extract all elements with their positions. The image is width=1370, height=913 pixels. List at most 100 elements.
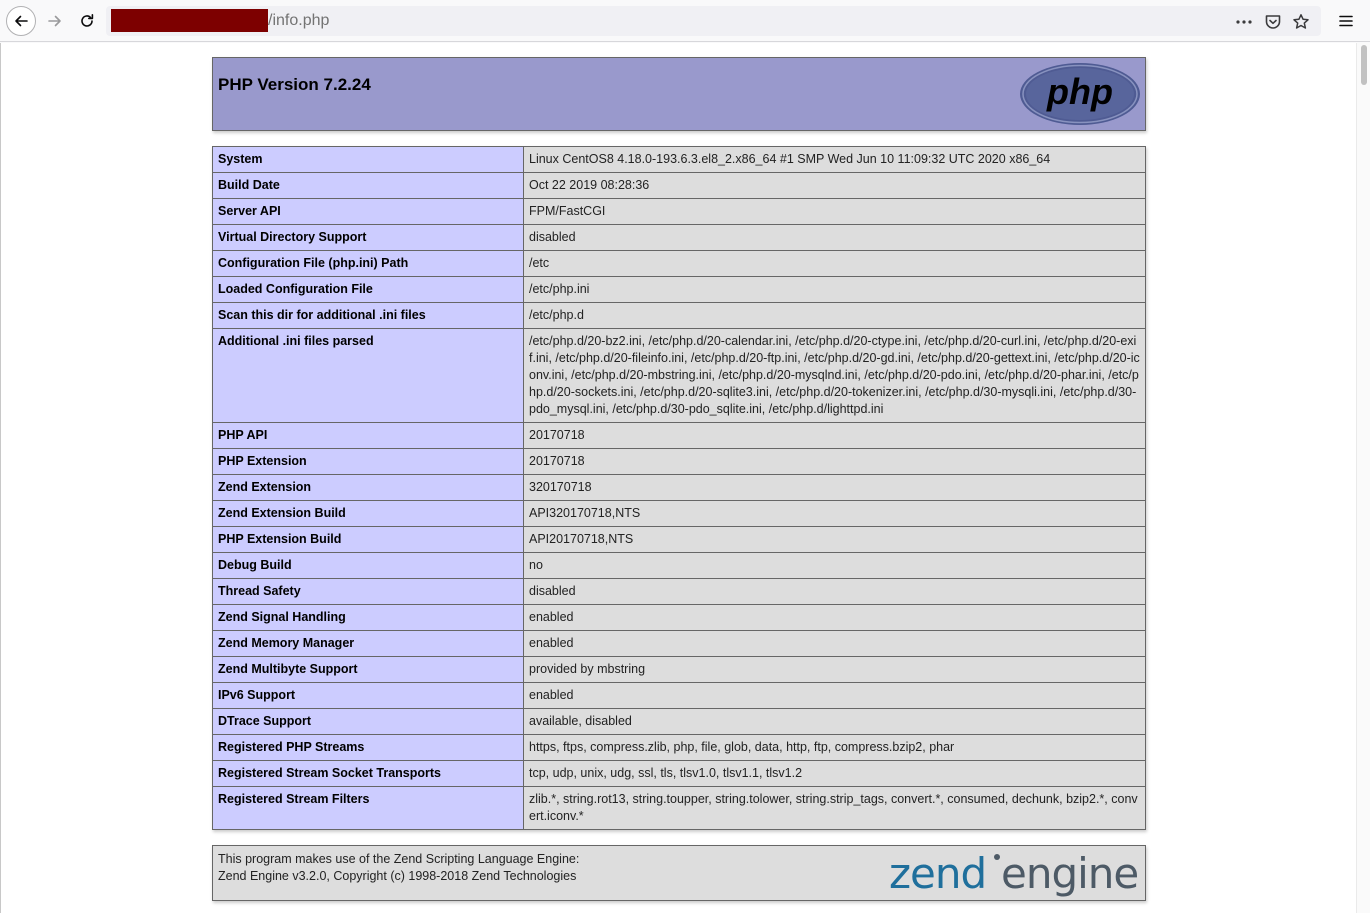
page-scrollbar[interactable] [1356, 43, 1370, 913]
table-row-value: /etc/php.d/20-bz2.ini, /etc/php.d/20-cal… [523, 328, 1146, 423]
pocket-icon [1265, 15, 1281, 29]
zend-engine-line-1: This program makes use of the Zend Scrip… [218, 852, 580, 866]
table-row-key: Zend Signal Handling [212, 604, 524, 631]
table-row-value: no [523, 552, 1146, 579]
table-row: Registered Stream Socket Transports tcp, … [212, 760, 1146, 787]
table-row-key: Zend Memory Manager [212, 630, 524, 657]
table-row-value: enabled [523, 630, 1146, 657]
table-row-value: 320170718 [523, 474, 1146, 501]
back-arrow-icon [15, 15, 28, 27]
table-row: Additional .ini files parsed/etc/php.d/2… [212, 328, 1146, 423]
table-row-value: Linux CentOS8 4.18.0-193.6.3.el8_2.x86_6… [523, 146, 1146, 173]
table-row: IPv6 Support enabled [212, 682, 1146, 709]
table-row-key: PHP API [212, 422, 524, 449]
zend-engine-logo[interactable]: zend engine [889, 850, 1143, 898]
php-version-header: PHP Version 7.2.24 php [212, 57, 1146, 131]
table-row: System Linux CentOS8 4.18.0-193.6.3.el8_2… [212, 146, 1146, 173]
table-row: PHP Extension 20170718 [212, 448, 1146, 475]
table-row-value: enabled [523, 682, 1146, 709]
table-row-value: API320170718,NTS [523, 500, 1146, 527]
table-row-value: available, disabled [523, 708, 1146, 735]
table-row-value: Oct 22 2019 08:28:36 [523, 172, 1146, 199]
back-button[interactable] [6, 6, 36, 36]
table-row: Zend Signal Handling enabled [212, 604, 1146, 631]
table-row-value: API20170718,NTS [523, 526, 1146, 553]
table-row-key: Build Date [212, 172, 524, 199]
table-row: Registered PHP Streams https, ftps, compr… [212, 734, 1146, 761]
table-row-value: enabled [523, 604, 1146, 631]
table-row: Registered Stream Filters zlib.*, string.… [212, 786, 1146, 830]
table-row: Debug Build no [212, 552, 1146, 579]
table-row-key: Registered Stream Socket Transports [212, 760, 524, 787]
table-row-value: 20170718 [523, 422, 1146, 449]
forward-button[interactable] [40, 6, 70, 36]
php-logo-text: php [1046, 71, 1113, 112]
pocket-button[interactable] [1264, 13, 1282, 31]
table-row-key: Configuration File (php.ini) Path [212, 250, 524, 277]
scrollbar-thumb[interactable] [1361, 45, 1367, 85]
table-row-value: provided by mbstring [523, 656, 1146, 683]
url-path: /info.php [268, 12, 330, 29]
table-row-value: 20170718 [523, 448, 1146, 475]
url-redacted-host [111, 9, 268, 32]
table-row: Zend Memory Manager enabled [212, 630, 1146, 657]
table-row-key: Zend Multibyte Support [212, 656, 524, 683]
main-menu-button[interactable] [1336, 11, 1356, 31]
table-row-key: Loaded Configuration File [212, 276, 524, 303]
table-row-value: /etc [523, 250, 1146, 277]
table-row: Zend Multibyte Support provided by mbstri… [212, 656, 1146, 683]
table-row-key: Zend Extension Build [212, 500, 524, 527]
table-row: Loaded Configuration File/etc/php.ini [212, 276, 1146, 303]
table-row: Zend Extension 320170718 [212, 474, 1146, 501]
table-row-value: disabled [523, 578, 1146, 605]
php-info-table: System Linux CentOS8 4.18.0-193.6.3.el8_2… [212, 146, 1146, 830]
table-row: Virtual Directory Support disabled [212, 224, 1146, 251]
table-row-key: Server API [212, 198, 524, 225]
more-dots-icon [1236, 20, 1252, 24]
bookmark-button[interactable] [1292, 13, 1310, 31]
zend-engine-line-2: Zend Engine v3.2.0, Copyright (c) 1998-2… [218, 869, 577, 883]
table-row: Scan this dir for additional .ini files /… [212, 302, 1146, 329]
table-row: Build Date Oct 22 2019 08:28:36 [212, 172, 1146, 199]
table-row-value: disabled [523, 224, 1146, 251]
table-row-key: Scan this dir for additional .ini files [212, 302, 524, 329]
table-row: PHP API 20170718 [212, 422, 1146, 449]
table-row-key: Additional .ini files parsed [212, 328, 524, 423]
table-row: Server API FPM/FastCGI [212, 198, 1146, 225]
table-row-value: https, ftps, compress.zlib, php, file, g… [523, 734, 1146, 761]
engine-logo-text: engine [1001, 850, 1138, 898]
zend-logo-mark [994, 854, 1000, 860]
zend-engine-box: This program makes use of the Zend Scrip… [212, 845, 1146, 901]
forward-arrow-icon [48, 15, 61, 27]
zend-logo-text: zend [889, 850, 986, 898]
url-bar[interactable]: /info.php [106, 6, 1321, 36]
table-row-key: Debug Build [212, 552, 524, 579]
reload-button[interactable] [72, 6, 102, 36]
hamburger-menu-icon [1339, 15, 1353, 27]
table-row: DTrace Support available, disabled [212, 708, 1146, 735]
browser-toolbar: /info.php [0, 0, 1370, 42]
table-row-key: PHP Extension Build [212, 526, 524, 553]
table-row-key: Thread Safety [212, 578, 524, 605]
bookmark-star-icon [1293, 14, 1309, 29]
php-version-title: PHP Version 7.2.24 [218, 75, 371, 94]
table-row-key: DTrace Support [212, 708, 524, 735]
table-row: Configuration File (php.ini) Path/etc [212, 250, 1146, 277]
page-viewport: PHP Version 7.2.24 php System Linux CentO… [0, 43, 1370, 913]
table-row-key: Zend Extension [212, 474, 524, 501]
table-row-value: zlib.*, string.rot13, string.toupper, st… [523, 786, 1146, 830]
table-row: PHP Extension Build API20170718,NTS [212, 526, 1146, 553]
table-row-value: /etc/php.d [523, 302, 1146, 329]
table-row-key: Registered PHP Streams [212, 734, 524, 761]
page-actions-button[interactable] [1235, 13, 1253, 31]
table-row-value: tcp, udp, unix, udg, ssl, tls, tlsv1.0, … [523, 760, 1146, 787]
table-row-value: FPM/FastCGI [523, 198, 1146, 225]
table-row-value: /etc/php.ini [523, 276, 1146, 303]
table-row-key: IPv6 Support [212, 682, 524, 709]
php-logo[interactable]: php [1019, 62, 1141, 126]
table-row-key: PHP Extension [212, 448, 524, 475]
table-row: Thread Safety disabled [212, 578, 1146, 605]
table-row-key: System [212, 146, 524, 173]
reload-icon [81, 14, 94, 27]
table-row: Zend Extension Build API320170718,NTS [212, 500, 1146, 527]
